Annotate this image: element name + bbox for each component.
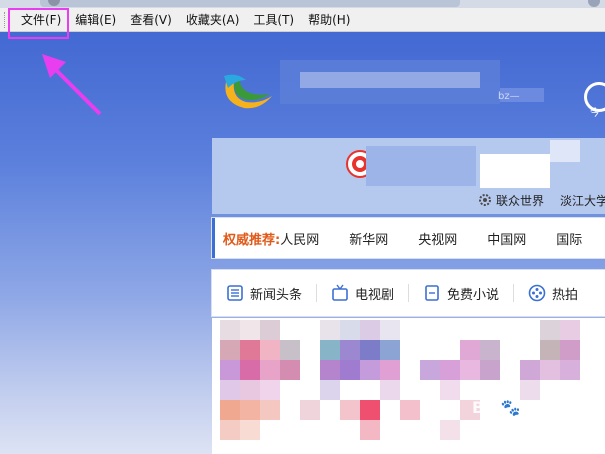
category-news-label: 新闻头条 xyxy=(250,287,303,303)
menu-favorites[interactable]: 收藏夹(A) xyxy=(179,9,247,31)
pointer-arrow-icon xyxy=(42,54,102,116)
search-widget-text: 今 xyxy=(590,108,600,119)
menu-grip xyxy=(4,11,7,28)
category-divider xyxy=(408,284,410,302)
baidu-jingyan-watermark: Bai🐾经验 xyxy=(472,398,548,418)
banner-link-lianzhong[interactable]: 联众世界 xyxy=(496,192,544,209)
recommend-link-cctv[interactable]: 央视网 xyxy=(418,229,457,248)
category-tv-label: 电视剧 xyxy=(355,287,395,303)
paw-icon: 🐾 xyxy=(500,398,521,417)
category-novel[interactable]: 免费小说 xyxy=(423,284,499,303)
category-divider xyxy=(513,284,515,302)
blurred-banner-pixel xyxy=(366,146,476,186)
recommend-link-intl[interactable]: 国际 xyxy=(556,229,582,248)
category-novel-label: 免费小说 xyxy=(447,287,500,303)
blurred-header-block xyxy=(300,72,480,88)
tv-icon xyxy=(332,284,348,301)
category-bar: 新闻头条 电视剧 免费小说 热拍 xyxy=(212,270,605,316)
recommend-link-china[interactable]: 中国网 xyxy=(487,229,526,248)
tab-shape xyxy=(40,0,460,7)
category-divider xyxy=(316,284,318,302)
watermark-suffix: 经验 xyxy=(520,401,549,417)
recommend-link-people[interactable]: 人民网 xyxy=(280,229,319,248)
window-control-icon[interactable] xyxy=(588,0,600,7)
menu-edit[interactable]: 编辑(E) xyxy=(68,9,123,31)
film-icon xyxy=(528,284,546,302)
recommend-label: 权威推荐: xyxy=(223,232,281,248)
blurred-content-mosaic xyxy=(212,318,605,454)
book-icon xyxy=(425,285,439,301)
menu-file[interactable]: 文件(F) xyxy=(11,9,68,31)
category-tv[interactable]: 电视剧 xyxy=(331,284,394,303)
recommend-link-xinhua[interactable]: 新华网 xyxy=(349,229,388,248)
browser-top-strip xyxy=(0,0,605,8)
menu-tools[interactable]: 工具(T) xyxy=(246,9,301,31)
news-icon xyxy=(227,285,243,301)
blurred-banner-pixel xyxy=(550,140,580,162)
recommend-bar: 权威推荐: 人民网 新华网 央视网 中国网 国际 xyxy=(212,218,605,258)
watermark-brand: Bai xyxy=(472,398,501,417)
gear-icon xyxy=(479,194,491,206)
menu-view[interactable]: 查看(V) xyxy=(123,9,179,31)
category-hot[interactable]: 热拍 xyxy=(528,284,578,303)
category-hot-label: 热拍 xyxy=(552,287,579,303)
menu-help[interactable]: 帮助(H) xyxy=(301,9,357,31)
banner-link-tamkang[interactable]: 淡江大学 xyxy=(560,192,605,209)
blurred-header-text: bz— xyxy=(498,91,520,102)
category-news[interactable]: 新闻头条 xyxy=(226,284,302,303)
mosaic-pixels xyxy=(220,320,580,440)
blurred-banner-pixel xyxy=(480,154,550,188)
menu-bar: 文件(F) 编辑(E) 查看(V) 收藏夹(A) 工具(T) 帮助(H) xyxy=(0,8,605,32)
browser-logo-icon xyxy=(224,74,272,109)
